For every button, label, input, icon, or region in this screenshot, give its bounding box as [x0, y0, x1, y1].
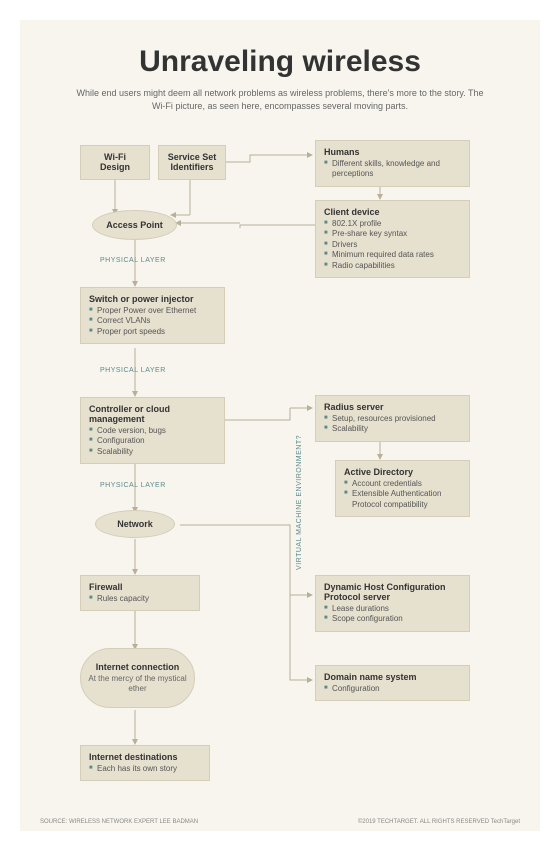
internet-title: Internet connection	[96, 662, 180, 672]
footer-source: SOURCE: WIRELESS NETWORK EXPERT LEE BADM…	[40, 819, 198, 825]
switch-item: Correct VLANs	[89, 316, 216, 326]
humans-title: Humans	[324, 147, 461, 157]
client-item: Drivers	[324, 240, 461, 250]
network-oval: Network	[95, 510, 175, 538]
controller-title: Controller or cloud management	[89, 404, 216, 424]
physical-layer-label-3: PHYSICAL LAYER	[100, 482, 166, 489]
access-point-oval: Access Point	[92, 210, 177, 240]
physical-layer-label-1: PHYSICAL LAYER	[100, 257, 166, 264]
wifi-design-box: Wi-Fi Design	[80, 145, 150, 180]
dns-title: Domain name system	[324, 672, 461, 682]
network-text: Network	[117, 519, 153, 529]
switch-box: Switch or power injector Proper Power ov…	[80, 287, 225, 344]
radius-title: Radius server	[324, 402, 461, 412]
firewall-box: Firewall Rules capacity	[80, 575, 200, 611]
client-item: 802.1X profile	[324, 219, 461, 229]
ad-box: Active Directory Account credentials Ext…	[335, 460, 470, 517]
client-item: Radio capabilities	[324, 261, 461, 271]
client-device-box: Client device 802.1X profile Pre-share k…	[315, 200, 470, 278]
client-item: Minimum required data rates	[324, 250, 461, 260]
humans-item: Different skills, knowledge and percepti…	[324, 159, 461, 180]
destinations-title: Internet destinations	[89, 752, 201, 762]
destinations-item: Each has its own story	[89, 764, 201, 774]
firewall-item: Rules capacity	[89, 594, 191, 604]
subtitle: While end users might deem all network p…	[70, 87, 490, 112]
ad-item: Account credentials	[344, 479, 461, 489]
destinations-box: Internet destinations Each has its own s…	[80, 745, 210, 781]
dns-box: Domain name system Configuration	[315, 665, 470, 701]
vm-environment-label: VIRTUAL MACHINE ENVIRONMENT?	[296, 435, 303, 570]
humans-box: Humans Different skills, knowledge and p…	[315, 140, 470, 187]
client-item: Pre-share key syntax	[324, 229, 461, 239]
switch-item: Proper port speeds	[89, 327, 216, 337]
radius-item: Scalability	[324, 424, 461, 434]
radius-box: Radius server Setup, resources provision…	[315, 395, 470, 442]
client-device-title: Client device	[324, 207, 461, 217]
ad-title: Active Directory	[344, 467, 461, 477]
internet-cloud: Internet connection At the mercy of the …	[80, 648, 195, 708]
switch-item: Proper Power over Ethernet	[89, 306, 216, 316]
firewall-title: Firewall	[89, 582, 191, 592]
switch-title: Switch or power injector	[89, 294, 216, 304]
access-point-text: Access Point	[106, 220, 163, 230]
controller-item: Code version, bugs	[89, 426, 216, 436]
controller-item: Scalability	[89, 447, 216, 457]
ssid-box: Service Set Identifiers	[158, 145, 226, 180]
physical-layer-label-2: PHYSICAL LAYER	[100, 367, 166, 374]
controller-item: Configuration	[89, 436, 216, 446]
ssid-title: Service Set Identifiers	[167, 152, 217, 172]
dhcp-item: Scope configuration	[324, 614, 461, 624]
dhcp-item: Lease durations	[324, 604, 461, 614]
page-title: Unraveling wireless	[20, 45, 540, 79]
wifi-design-title: Wi-Fi Design	[89, 152, 141, 172]
controller-box: Controller or cloud management Code vers…	[80, 397, 225, 464]
radius-item: Setup, resources provisioned	[324, 414, 461, 424]
dhcp-box: Dynamic Host Configuration Protocol serv…	[315, 575, 470, 632]
ad-item: Extensible Authentication Protocol compa…	[344, 489, 461, 510]
internet-sub: At the mercy of the mystical ether	[81, 674, 194, 693]
dns-item: Configuration	[324, 684, 461, 694]
footer-copyright: ©2019 TECHTARGET. ALL RIGHTS RESERVED Te…	[358, 819, 520, 825]
dhcp-title: Dynamic Host Configuration Protocol serv…	[324, 582, 461, 602]
